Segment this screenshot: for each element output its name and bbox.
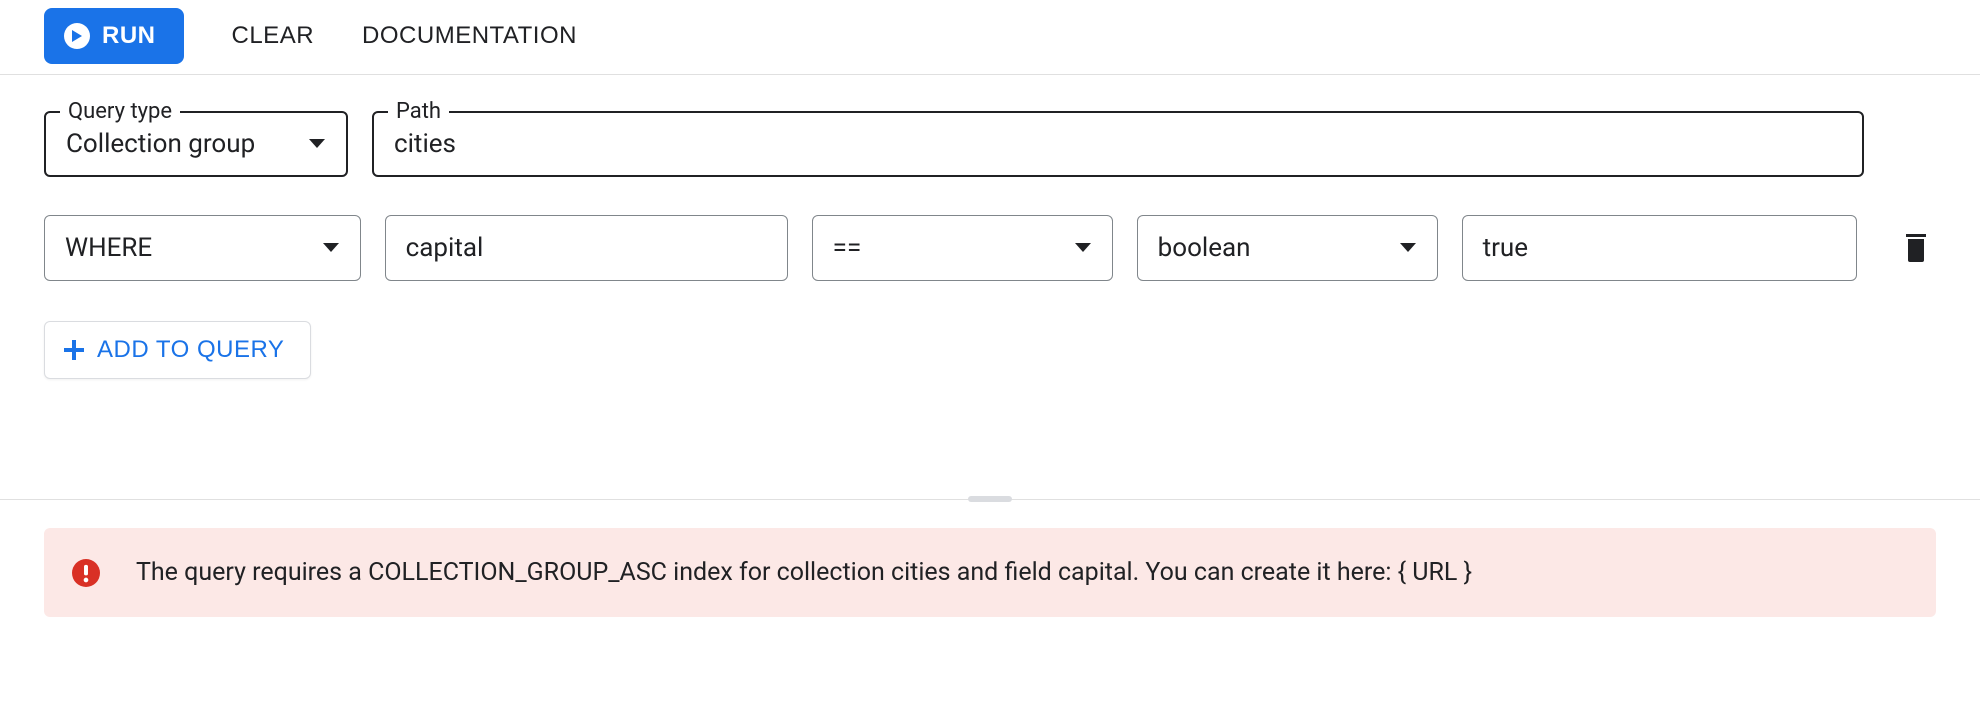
delete-clause-button[interactable] [1897,228,1936,268]
clause-value-value: true [1483,233,1836,263]
error-panel: The query requires a COLLECTION_GROUP_AS… [44,528,1936,617]
dropdown-arrow-icon [1074,242,1092,254]
clause-type-value: boolean [1158,233,1379,263]
path-label: Path [388,99,449,124]
plus-icon [63,339,85,361]
documentation-button[interactable]: DOCUMENTATION [362,22,577,50]
query-builder: Query type Collection group Path cities … [0,75,1980,379]
error-icon [72,559,100,587]
clause-operator-value: == [833,233,1054,263]
error-message: The query requires a COLLECTION_GROUP_AS… [136,558,1472,587]
dropdown-arrow-icon [308,138,326,150]
add-to-query-label: ADD TO QUERY [97,336,284,364]
clause-field-input[interactable]: capital [385,215,788,281]
path-value: cities [394,129,1842,159]
clause-value-input[interactable]: true [1462,215,1857,281]
query-header-row: Query type Collection group Path cities [44,111,1936,177]
add-to-query-button[interactable]: ADD TO QUERY [44,321,311,379]
toolbar: RUN CLEAR DOCUMENTATION [0,0,1980,75]
results-divider [0,499,1980,500]
clause-type-select[interactable]: boolean [1137,215,1438,281]
clause-operator-select[interactable]: == [812,215,1113,281]
dropdown-arrow-icon [1399,242,1417,254]
play-icon [64,23,90,49]
query-type-select[interactable]: Query type Collection group [44,111,348,177]
clause-row: WHERE capital == boolean true [44,215,1936,281]
drag-handle[interactable] [968,496,1012,502]
clause-field-value: capital [406,233,767,263]
clear-button[interactable]: CLEAR [232,22,315,50]
run-label: RUN [102,22,156,50]
query-type-label: Query type [60,99,180,124]
clause-kind-select[interactable]: WHERE [44,215,361,281]
path-input[interactable]: Path cities [372,111,1864,177]
query-type-value: Collection group [66,129,288,159]
run-button[interactable]: RUN [44,8,184,64]
dropdown-arrow-icon [322,242,340,254]
clause-kind-value: WHERE [65,233,302,263]
trash-icon [1904,234,1928,262]
